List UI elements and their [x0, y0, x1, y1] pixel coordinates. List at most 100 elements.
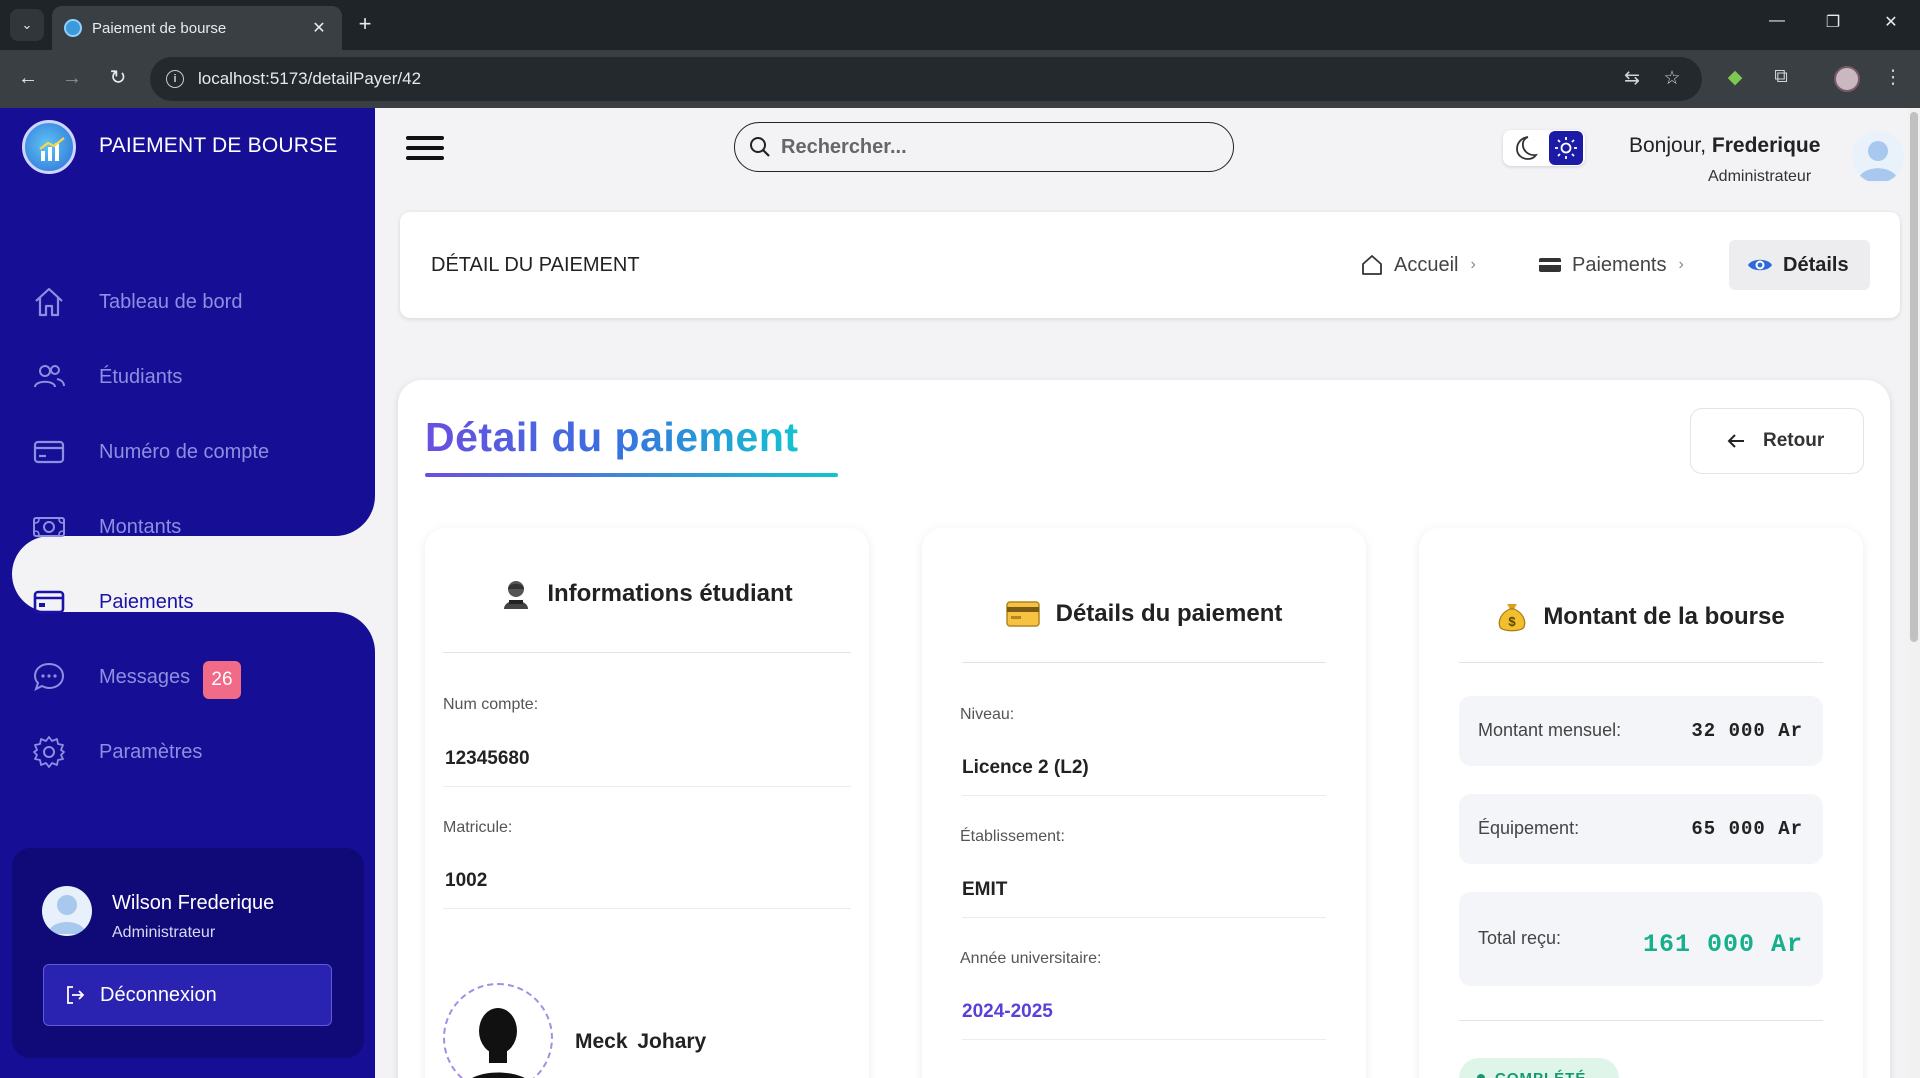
- credit-card-icon: [1005, 601, 1040, 627]
- messages-count-badge: 26: [203, 661, 241, 699]
- avatar[interactable]: [1852, 131, 1904, 183]
- minimize-icon[interactable]: —: [1762, 12, 1792, 30]
- search-input[interactable]: [781, 135, 1181, 159]
- svg-text:$: $: [1509, 614, 1517, 629]
- window-close-icon[interactable]: ✕: [1876, 12, 1906, 32]
- student-icon: [504, 581, 529, 609]
- page-scrollbar[interactable]: [1908, 108, 1920, 1078]
- institution-value: EMIT: [962, 879, 1008, 900]
- academic-year-value: 2024-2025: [962, 1001, 1053, 1022]
- sidebar-item-payments[interactable]: Paiements: [0, 570, 375, 634]
- student-name: Meck Johary: [575, 1030, 707, 1053]
- avatar: [42, 886, 92, 936]
- amount-label: Total reçu:: [1478, 928, 1562, 948]
- breadcrumb-label: Accueil: [1394, 253, 1459, 276]
- credit-card-icon: [33, 440, 65, 464]
- tab-close-icon[interactable]: ✕: [308, 18, 330, 38]
- users-icon: [34, 365, 65, 388]
- browser-tab[interactable]: Paiement de bourse ✕: [52, 6, 342, 50]
- gear-icon: [33, 736, 65, 768]
- amount-label: Équipement:: [1478, 818, 1580, 838]
- chevron-right-icon: ›: [1678, 256, 1684, 273]
- address-bar[interactable]: i localhost:5173/detailPayer/42 ⇆ ☆: [150, 57, 1702, 101]
- payment-detail-panel: Détail du paiement Retour Informations é…: [398, 380, 1890, 1078]
- matricule-value: 1002: [445, 870, 488, 891]
- sidebar-item-students[interactable]: Étudiants: [0, 345, 375, 409]
- user-name: Wilson Frederique: [112, 892, 275, 914]
- header-user-role: Administrateur: [1708, 168, 1812, 185]
- chevron-down-icon: ⌄: [21, 17, 33, 32]
- restore-icon[interactable]: ❐: [1818, 12, 1848, 32]
- tab-search-button[interactable]: ⌄: [10, 9, 44, 41]
- level-value: Licence 2 (L2): [962, 757, 1089, 778]
- student-info-card: Informations étudiant Num compte: 123456…: [425, 528, 869, 1078]
- field-label: Établissement:: [960, 828, 1065, 845]
- reload-icon[interactable]: ↻: [104, 65, 132, 91]
- bookmark-star-icon[interactable]: ☆: [1660, 67, 1684, 90]
- status-text: COMPLÉTÉ: [1495, 1069, 1587, 1078]
- menu-toggle-button[interactable]: [406, 136, 446, 162]
- app-logo-icon: [22, 120, 76, 174]
- divider: [443, 908, 851, 909]
- search-icon: [750, 137, 770, 157]
- scrollbar-thumb[interactable]: [1910, 112, 1918, 642]
- extensions-puzzle-icon[interactable]: ⧉: [1768, 66, 1794, 88]
- theme-toggle[interactable]: [1503, 130, 1585, 166]
- browser-menu-icon[interactable]: ⋮: [1880, 66, 1906, 89]
- forward-arrow-icon[interactable]: →: [58, 65, 86, 91]
- sun-icon[interactable]: [1549, 131, 1583, 165]
- new-tab-button[interactable]: +: [354, 12, 376, 36]
- divider: [1459, 662, 1823, 663]
- sidebar-item-label: Paiements: [99, 590, 194, 613]
- money-bag-icon: $: [1499, 604, 1526, 632]
- total-amount-value: 161 000 Ar: [1642, 930, 1803, 959]
- arrow-left-icon: [1727, 434, 1744, 448]
- divider: [443, 652, 851, 653]
- scholarship-amount-card: $ Montant de la bourse Montant mensuel: …: [1419, 528, 1863, 1078]
- sidebar-item-label: Paramètres: [99, 740, 203, 763]
- back-arrow-icon[interactable]: ←: [14, 65, 42, 91]
- sidebar-item-settings[interactable]: Paramètres: [0, 720, 375, 784]
- monthly-amount-value: 32 000 Ar: [1691, 720, 1803, 742]
- chat-icon: [33, 662, 65, 691]
- breadcrumb-payments[interactable]: Paiements ›: [1538, 253, 1684, 277]
- site-info-icon[interactable]: i: [166, 70, 184, 88]
- page-section-title: DÉTAIL DU PAIEMENT: [431, 254, 640, 276]
- sidebar-item-dashboard[interactable]: Tableau de bord: [0, 270, 375, 334]
- student-photo: [443, 983, 553, 1078]
- url-text: localhost:5173/detailPayer/42: [198, 69, 422, 88]
- browser-toolbar: ← → ↻ i localhost:5173/detailPayer/42 ⇆ …: [0, 50, 1920, 108]
- card-heading-text: Montant de la bourse: [1543, 603, 1785, 630]
- sidebar-item-messages[interactable]: Messages 26: [0, 645, 375, 709]
- logout-button[interactable]: Déconnexion: [43, 964, 332, 1026]
- user-role: Administrateur: [112, 924, 216, 941]
- extension-leaf-icon[interactable]: ◆: [1722, 66, 1748, 89]
- status-badge: COMPLÉTÉ: [1459, 1058, 1619, 1078]
- field-label: Matricule:: [443, 819, 513, 836]
- home-icon: [1362, 255, 1382, 275]
- breadcrumb-home[interactable]: Accueil ›: [1360, 253, 1476, 277]
- moon-icon[interactable]: [1509, 133, 1539, 163]
- field-label: Année universitaire:: [960, 950, 1102, 967]
- card-heading-text: Informations étudiant: [547, 580, 793, 607]
- sidebar-item-label: Numéro de compte: [99, 440, 270, 463]
- translate-icon[interactable]: ⇆: [1620, 67, 1644, 90]
- sidebar: PAIEMENT DE BOURSE Tableau de bord Étudi…: [0, 108, 375, 1078]
- browser-titlebar: ⌄ Paiement de bourse ✕ + — ❐ ✕: [0, 0, 1920, 50]
- divider: [962, 662, 1326, 663]
- search-bar[interactable]: [734, 122, 1234, 172]
- sidebar-item-amounts[interactable]: Montants: [0, 495, 375, 559]
- back-button[interactable]: Retour: [1690, 408, 1864, 474]
- favicon-icon: [64, 19, 82, 37]
- sidebar-item-label: Étudiants: [99, 365, 183, 388]
- browser-profile-avatar[interactable]: [1834, 66, 1860, 92]
- sidebar-item-label: Montants: [99, 515, 182, 538]
- divider: [962, 917, 1326, 918]
- greeting-prefix: Bonjour,: [1629, 134, 1712, 157]
- breadcrumb: DÉTAIL DU PAIEMENT Accueil › Paiements ›…: [400, 212, 1900, 318]
- chevron-right-icon: ›: [1470, 256, 1476, 273]
- logout-label: Déconnexion: [100, 983, 217, 1006]
- credit-card-icon: [33, 590, 65, 614]
- sidebar-item-account-number[interactable]: Numéro de compte: [0, 420, 375, 484]
- page-title: Détail du paiement: [425, 414, 799, 460]
